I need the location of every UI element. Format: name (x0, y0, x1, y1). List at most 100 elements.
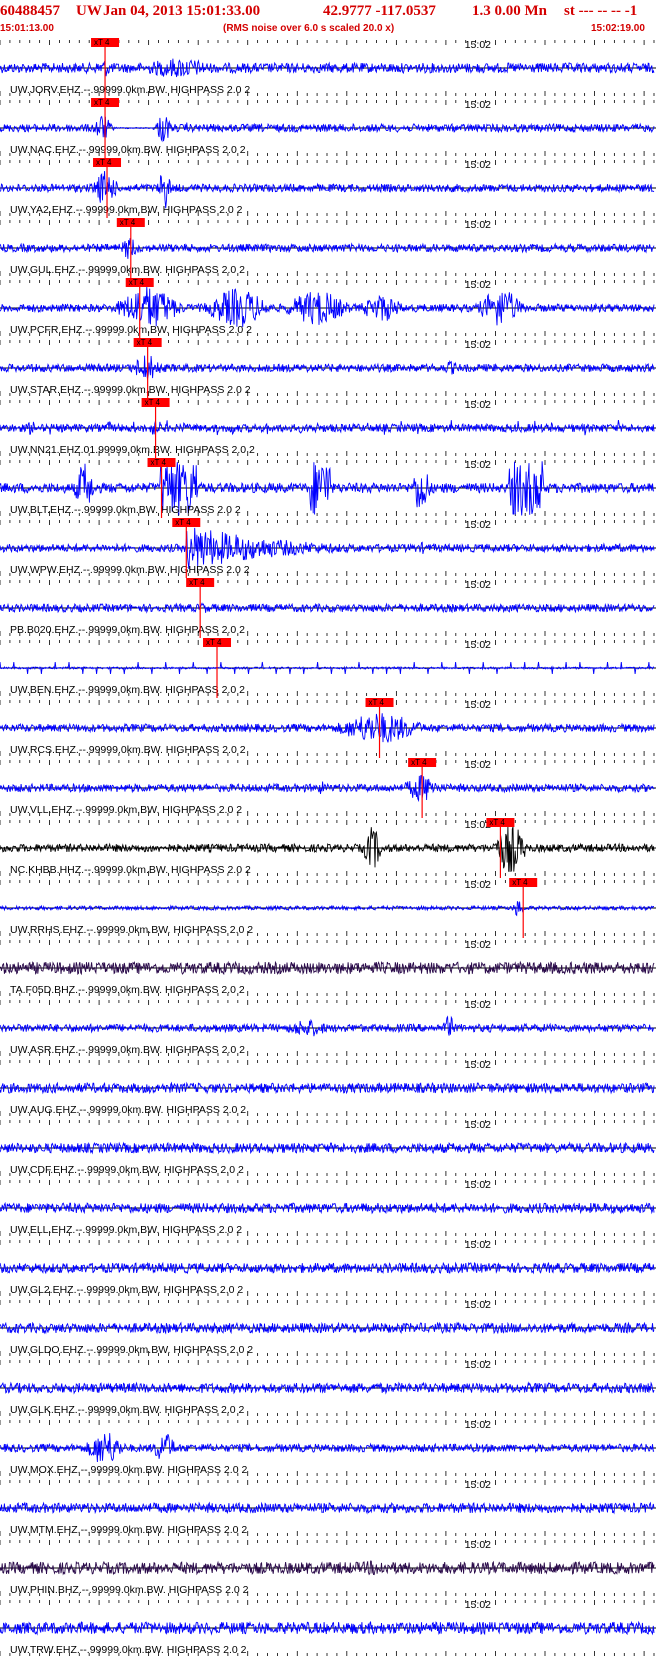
station-label: UW.PCFR.EHZ.--.99999.0km.BW. HIGHPASS 2.… (10, 324, 252, 336)
station-label: UW.BLT.EHZ.--.99999.0km.BW. HIGHPASS 2.0… (10, 504, 241, 516)
minute-tick-label: 15:02 (465, 1479, 491, 1491)
channel-12: 15:02 UW.RCS.EHZ.--.99999.0km.BW. HIGHPAS… (0, 698, 656, 758)
minute-tick-label: 15:02 (465, 1599, 491, 1611)
station-label: UW.VLL.EHZ.--.99999.0km.BW. HIGHPASS 2.0… (10, 804, 242, 816)
waveform-trace (0, 1261, 655, 1275)
waveform-trace (0, 286, 655, 328)
channel-7: 15:02 UW.NN21.EHZ.01.99999.0km.BW. HIGHPA… (0, 398, 656, 458)
station-label: UW.WPW.EHZ.--.99999.0km.BW. HIGHPASS 2.0… (10, 564, 250, 576)
channel-25: 15:02 UW.MTM.EHZ.--.99999.0km.BW. HIGHPAS… (0, 1479, 656, 1536)
minute-tick-label: 15:02 (465, 999, 491, 1011)
waveform-trace (0, 1015, 655, 1037)
pick-label: xT 4 (489, 818, 505, 827)
minute-tick-label: 15:02 (465, 759, 491, 771)
pick-label: xT 4 (151, 458, 167, 467)
channel-3: 15:02 UW.YA2.EHZ.--.99999.0km.BW. HIGHPAS… (0, 158, 656, 218)
pick-label: xT 4 (189, 578, 205, 587)
waveform-trace (0, 1501, 655, 1515)
channel-14: 15:02NC.KHBB.HHZ.--.99999.0km.BW. HIGHPA… (0, 818, 656, 878)
channel-6: 15:02 UW.STAR.EHZ.--.99999.0km.BW. HIGHPA… (0, 338, 656, 398)
station-label: UW.NAC.EHZ.--.99999.0km.BW. HIGHPASS 2.0… (10, 144, 246, 156)
channel-4: 15:02 UW.GUL.EHZ.--.99999.0km.BW. HIGHPAS… (0, 218, 656, 278)
station-label: UW.NN21.EHZ.01.99999.0km.BW. HIGHPASS 2.… (10, 444, 255, 456)
station-label: UW.MTM.EHZ.--.99999.0km.BW. HIGHPASS 2.0… (10, 1524, 247, 1536)
waveform-trace (0, 1201, 655, 1215)
station-label: UW.GLK.EHZ.--.99999.0km.BW. HIGHPASS 2.0… (10, 1404, 245, 1416)
channel-13: 15:02 UW.VLL.EHZ.--.99999.0km.BW. HIGHPAS… (0, 758, 656, 818)
minute-tick-label: 15:02 (465, 1239, 491, 1251)
minute-tick-label: 15:02 (465, 579, 491, 591)
station-label: UW.GLDO.EHZ.--.99999.0km.BW. HIGHPASS 2.… (10, 1344, 253, 1356)
channel-2: 15:02 UW.NAC.EHZ.--.99999.0km.BW. HIGHPAS… (0, 98, 656, 158)
waveform-trace (0, 355, 655, 380)
station-label: PB.B020.EHZ.--.99999.0km.BW. HIGHPASS 2.… (10, 624, 245, 636)
station-label: TA.F05D.BHZ.--.99999.0km.BW. HIGHPASS 2.… (10, 984, 245, 996)
channel-15: 15:02 UW.RRHS.EHZ.--.99999.0km.BW. HIGHPA… (0, 878, 656, 938)
waveform-trace (0, 238, 655, 259)
pick-label: xT 4 (96, 158, 112, 167)
minute-tick-label: 15:02 (465, 399, 491, 411)
station-label: UW.JORV.EHZ.--.99999.0km.BW. HIGHPASS 2.… (10, 84, 250, 96)
station-label: UW.RCS.EHZ.--.99999.0km.BW. HIGHPASS 2.0… (10, 744, 246, 756)
station-label: UW.CDF.EHZ.--.99999.0km.BW. HIGHPASS 2.0… (10, 1164, 244, 1176)
station-label: UW.TRW.EHZ.--.99999.0km.BW. HIGHPASS 2.0… (10, 1644, 247, 1656)
channel-21: 15:02 UW.GL2.EHZ.--.99999.0km.BW. HIGHPAS… (0, 1239, 656, 1296)
channel-22: 15:02 UW.GLDO.EHZ.--.99999.0km.BW. HIGHPA… (0, 1299, 656, 1356)
channel-18: 15:02 UW.AUG.EHZ.--.99999.0km.BW. HIGHPAS… (0, 1059, 656, 1116)
minute-tick-label: 15:02 (465, 339, 491, 351)
channel-20: 15:02 UW.ELL.EHZ.--.99999.0km.BW. HIGHPAS… (0, 1179, 656, 1236)
channel-8: 15:02 UW.BLT.EHZ.--.99999.0km.BW. HIGHPAS… (0, 458, 656, 518)
waveform-trace (0, 774, 655, 803)
waveform-trace (0, 115, 655, 143)
channel-1: 15:02 UW.JORV.EHZ.--.99999.0km.BW. HIGHPA… (0, 38, 656, 98)
minute-tick-label: 15:02 (465, 39, 491, 51)
waveform-trace (0, 1620, 655, 1636)
pick-label: xT 4 (145, 398, 161, 407)
pick-label: xT 4 (137, 338, 153, 347)
waveform-trace (0, 527, 655, 570)
channel-9: 15:02 UW.WPW.EHZ.--.99999.0km.BW. HIGHPAS… (0, 518, 656, 578)
pick-label: xT 4 (94, 38, 110, 47)
channel-17: 15:02 UW.ASR.EHZ.--.99999.0km.BW. HIGHPAS… (0, 999, 656, 1056)
channel-23: 15:02 UW.GLK.EHZ.--.99999.0km.BW. HIGHPAS… (0, 1359, 656, 1416)
pick-label: xT 4 (120, 218, 136, 227)
minute-tick-label: 15:02 (465, 159, 491, 171)
minute-tick-label: 15:02 (465, 879, 491, 891)
minute-tick-label: 15:02 (465, 699, 491, 711)
station-label: UW.PHIN.BHZ.--.99999.0km.BW. HIGHPASS 2.… (10, 1584, 249, 1596)
minute-tick-label: 15:02 (465, 1179, 491, 1191)
waveform-trace (0, 58, 655, 78)
minute-tick-label: 15:02 (465, 1359, 491, 1371)
station-label: NC.KHBB.HHZ.--.99999.0km.BW. HIGHPASS 2.… (10, 864, 251, 876)
pick-label: xT 4 (512, 878, 528, 887)
seismogram-plot: 15:02 UW.JORV.EHZ.--.99999.0km.BW. HIGHPA… (0, 38, 656, 1656)
pick-label: xT 4 (369, 698, 385, 707)
pick-label: xT 4 (206, 638, 222, 647)
station-label: UW.MOX.EHZ.--.99999.0km.BW. HIGHPASS 2.0… (10, 1464, 247, 1476)
minute-tick-label: 15:02 (465, 1539, 491, 1551)
minute-tick-label: 15:02 (465, 459, 491, 471)
station-label: UW.BEN.EHZ.--.99999.0km.BW. HIGHPASS 2.0… (10, 684, 245, 696)
minute-tick-label: 15:02 (465, 279, 491, 291)
station-label: UW.GL2.EHZ.--.99999.0km.BW. HIGHPASS 2.0… (10, 1284, 243, 1296)
channel-16: 15:02 TA.F05D.BHZ.--.99999.0km.BW. HIGHPA… (0, 939, 656, 996)
minute-tick-label: 15:02 (465, 639, 491, 651)
pick-label: xT 4 (175, 518, 191, 527)
waveform-trace (0, 170, 655, 209)
minute-tick-label: 15:02 (465, 219, 491, 231)
minute-tick-label: 15:02 (465, 1119, 491, 1131)
minute-tick-label: 15:02 (465, 99, 491, 111)
station-label: UW.AUG.EHZ.--.99999.0km.BW. HIGHPASS 2.0… (10, 1104, 246, 1116)
station-label: UW.ELL.EHZ.--.99999.0km.BW. HIGHPASS 2.0… (10, 1224, 242, 1236)
channel-10: 15:02 PB.B020.EHZ.--.99999.0km.BW. HIGHPA… (0, 578, 656, 638)
minute-tick-label: 15:02 (465, 1059, 491, 1071)
station-label: UW.RRHS.EHZ.--.99999.0km.BW. HIGHPASS 2.… (10, 924, 253, 936)
channel-26: 15:02 UW.PHIN.BHZ.--.99999.0km.BW. HIGHPA… (0, 1539, 656, 1596)
minute-tick-label: 15:02 (465, 1419, 491, 1431)
station-label: UW.GUL.EHZ.--.99999.0km.BW. HIGHPASS 2.0… (10, 264, 245, 276)
minute-tick-label: 15:02 (465, 1299, 491, 1311)
channel-24: 15:02 UW.MOX.EHZ.--.99999.0km.BW. HIGHPAS… (0, 1419, 656, 1476)
channel-11: 15:02 UW.BEN.EHZ.--.99999.0km.BW. HIGHPAS… (0, 638, 656, 698)
channel-27: 15:02 UW.TRW.EHZ.--.99999.0km.BW. HIGHPAS… (0, 1599, 656, 1656)
channel-19: 15:02 UW.CDF.EHZ.--.99999.0km.BW. HIGHPAS… (0, 1119, 656, 1176)
